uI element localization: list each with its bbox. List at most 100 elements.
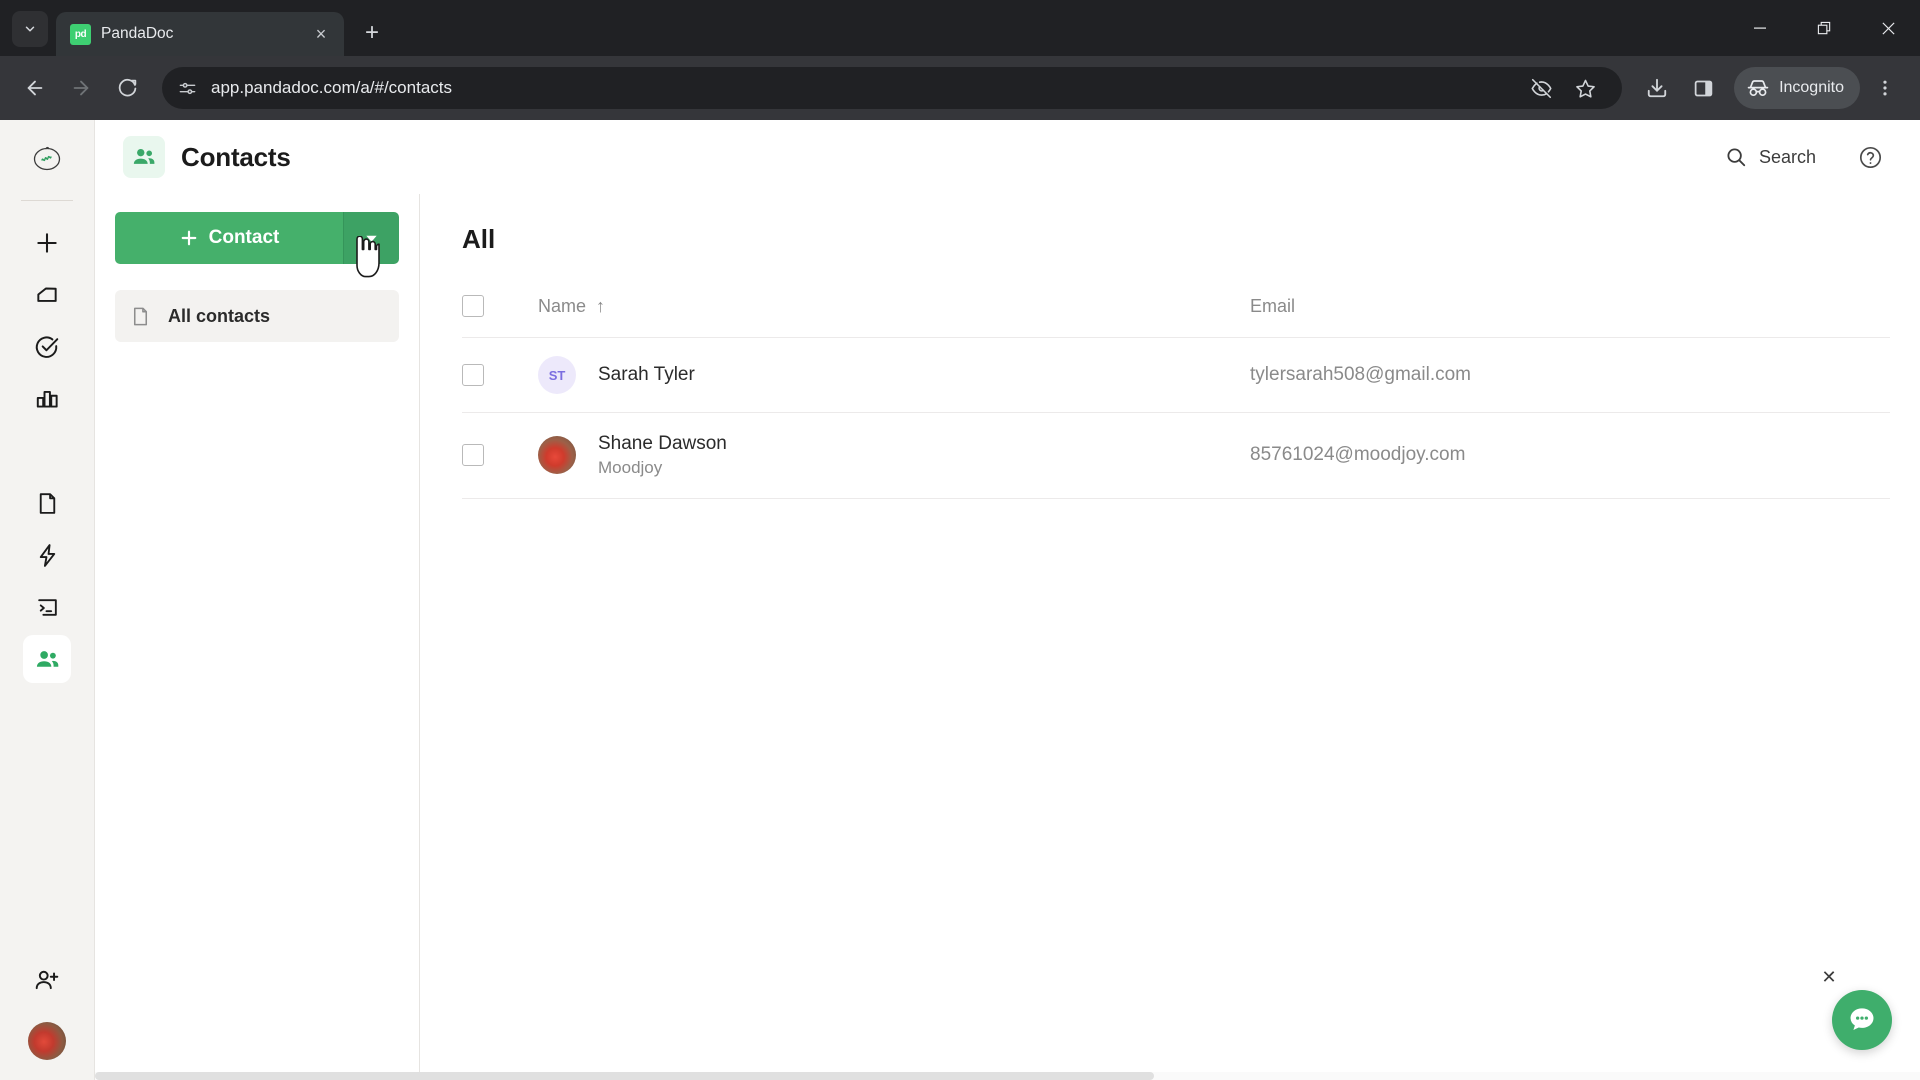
- browser-toolbar: app.pandadoc.com/a/#/contacts Incognito: [0, 56, 1920, 120]
- browser-tab-pandadoc[interactable]: pd PandaDoc ×: [56, 12, 344, 56]
- check-circle-icon: [35, 336, 59, 358]
- maximize-restore-button[interactable]: [1792, 0, 1856, 56]
- rail-item-contacts[interactable]: [23, 635, 71, 683]
- people-icon: [133, 148, 155, 164]
- row-checkbox-cell: [462, 412, 538, 499]
- row-name-cell: Shane Dawson Moodjoy: [538, 412, 1250, 499]
- table-row[interactable]: Shane Dawson Moodjoy 85761024@moodjoy.co…: [462, 412, 1890, 499]
- tab-title: PandaDoc: [101, 25, 174, 42]
- contacts-table: Name ↑ Email ST Sarah Tyler tylersarah50…: [462, 285, 1890, 499]
- rail-item-home[interactable]: [23, 271, 71, 319]
- forward-arrow-icon: [73, 80, 89, 96]
- minimize-button[interactable]: [1728, 0, 1792, 56]
- three-dot-menu-icon: [1883, 80, 1887, 96]
- table-row[interactable]: ST Sarah Tyler tylersarah508@gmail.com: [462, 337, 1890, 413]
- contact-name: Sarah Tyler: [598, 364, 695, 386]
- star-icon: [1575, 79, 1595, 98]
- app-content: Contacts Search Contact All contacts All…: [95, 120, 1920, 1080]
- select-all-cell: [462, 285, 538, 338]
- avatar: [538, 436, 576, 475]
- browser-menu-button[interactable]: [1864, 67, 1906, 109]
- column-header-email[interactable]: Email: [1250, 285, 1890, 338]
- site-settings-icon[interactable]: [178, 79, 197, 98]
- tab-strip: pd PandaDoc × +: [0, 0, 1920, 56]
- row-checkbox[interactable]: [462, 444, 484, 467]
- column-header-name-label: Name: [538, 295, 587, 316]
- new-contact-button-group: Contact: [115, 212, 399, 278]
- url-text: app.pandadoc.com/a/#/contacts: [211, 78, 452, 97]
- sidebar-item-all-contacts[interactable]: All contacts: [115, 290, 399, 342]
- app-body: Contact All contacts All Name ↑ Email ST…: [95, 194, 1920, 1080]
- caret-down-icon: [366, 235, 377, 242]
- new-tab-button[interactable]: +: [354, 15, 390, 51]
- chat-launcher-button[interactable]: [1832, 990, 1892, 1050]
- omnibox-actions: [1520, 67, 1606, 109]
- rail-item-invite-user[interactable]: [23, 956, 71, 1004]
- new-contact-button[interactable]: Contact: [115, 212, 343, 264]
- contact-company: Moodjoy: [598, 457, 663, 477]
- rail-divider: [21, 200, 73, 201]
- template-icon: [37, 598, 57, 616]
- incognito-indicator[interactable]: Incognito: [1734, 67, 1860, 109]
- sidebar-item-all-contacts-label: All contacts: [168, 305, 271, 326]
- tab-search-button[interactable]: [12, 11, 48, 47]
- back-button[interactable]: [14, 67, 56, 109]
- close-icon: [1881, 21, 1895, 35]
- minimize-icon: [1754, 27, 1766, 29]
- contacts-sidebar: Contact All contacts: [95, 194, 420, 1080]
- rail-item-reports[interactable]: [23, 375, 71, 423]
- column-header-name[interactable]: Name ↑: [538, 285, 1250, 338]
- close-window-button[interactable]: [1856, 0, 1920, 56]
- browser-window: pd PandaDoc × + app.pandadoc.com/a/#/con…: [0, 0, 1920, 1080]
- rail-item-automation[interactable]: [23, 531, 71, 579]
- workspace-logo[interactable]: [27, 138, 67, 178]
- search-icon: [1727, 148, 1746, 167]
- back-arrow-icon: [27, 80, 43, 96]
- row-name-cell: ST Sarah Tyler: [538, 337, 1250, 413]
- scrollbar-thumb[interactable]: [95, 1072, 1154, 1080]
- person-add-icon: [35, 970, 59, 990]
- help-circle-icon: [1859, 146, 1881, 168]
- workspace-logo-icon: [33, 146, 61, 171]
- contacts-page-icon: [123, 136, 165, 178]
- user-avatar[interactable]: [28, 1022, 66, 1060]
- forward-button[interactable]: [60, 67, 102, 109]
- document-icon: [133, 307, 148, 325]
- rail-item-documents[interactable]: [23, 479, 71, 527]
- reload-button[interactable]: [106, 67, 148, 109]
- side-panel-button[interactable]: [1682, 67, 1724, 109]
- help-button[interactable]: [1850, 137, 1890, 177]
- tracking-protection-button[interactable]: [1520, 67, 1562, 109]
- rail-item-templates[interactable]: [23, 583, 71, 631]
- app-header: Contacts Search: [95, 120, 1920, 194]
- close-tab-button[interactable]: ×: [308, 21, 334, 47]
- rail-item-tasks[interactable]: [23, 323, 71, 371]
- plus-icon: [37, 233, 57, 253]
- select-all-checkbox[interactable]: [462, 295, 484, 317]
- plus-icon: [181, 230, 196, 246]
- restore-icon: [1817, 21, 1830, 34]
- incognito-label: Incognito: [1779, 79, 1844, 96]
- address-bar[interactable]: app.pandadoc.com/a/#/contacts: [162, 67, 1623, 109]
- page-viewport: Contacts Search Contact All contacts All…: [0, 120, 1920, 1080]
- app-header-actions: Search: [1707, 135, 1890, 179]
- contacts-main: All Name ↑ Email ST Sarah Tyler tylersar…: [420, 194, 1920, 1080]
- eye-off-icon: [1530, 78, 1552, 98]
- horizontal-scrollbar[interactable]: [95, 1072, 1920, 1080]
- rail-item-create-new[interactable]: [23, 219, 71, 267]
- downloads-button[interactable]: [1636, 67, 1678, 109]
- new-contact-dropdown-button[interactable]: [343, 212, 399, 264]
- row-checkbox[interactable]: [462, 364, 484, 386]
- search-button[interactable]: Search: [1707, 135, 1834, 179]
- window-controls: [1728, 0, 1920, 56]
- chat-bubble-icon: [1850, 1008, 1874, 1030]
- chat-close-button[interactable]: ✕: [1818, 966, 1840, 988]
- contacts-table-body: ST Sarah Tyler tylersarah508@gmail.com S…: [462, 337, 1890, 499]
- new-contact-button-label: Contact: [208, 227, 280, 248]
- app-rail: [0, 120, 95, 1080]
- chevron-down-icon: [25, 26, 35, 32]
- sort-ascending-icon: ↑: [596, 295, 606, 316]
- lightning-icon: [39, 543, 55, 567]
- people-icon: [36, 650, 58, 667]
- bookmark-button[interactable]: [1564, 67, 1606, 109]
